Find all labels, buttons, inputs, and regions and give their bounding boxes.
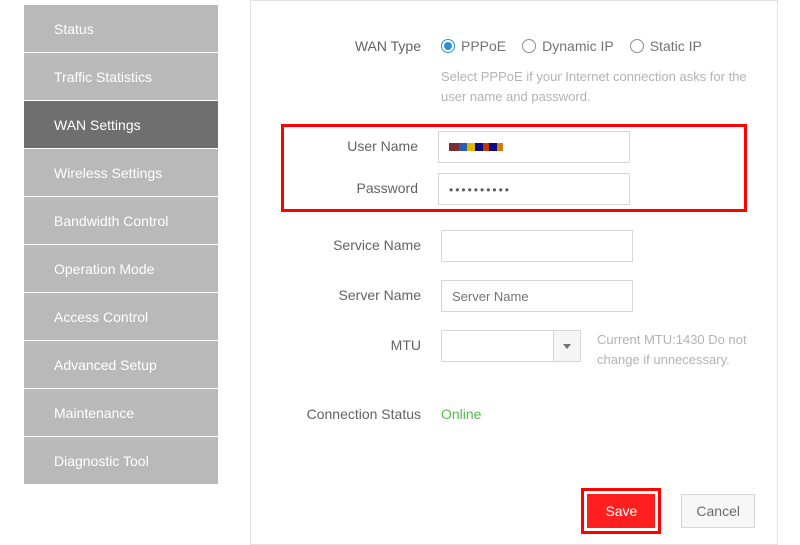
radio-icon <box>441 39 455 53</box>
footer-actions: Save Cancel <box>581 488 755 534</box>
connection-status-value: Online <box>441 399 481 429</box>
radio-static-ip[interactable]: Static IP <box>630 38 702 54</box>
radio-label: Static IP <box>650 38 702 54</box>
sidebar: Status Traffic Statistics WAN Settings W… <box>0 0 218 545</box>
label-connection-status: Connection Status <box>281 399 441 429</box>
row-username: User Name <box>290 131 738 163</box>
sidebar-item-bandwidth-control[interactable]: Bandwidth Control <box>24 197 218 245</box>
sidebar-item-traffic-statistics[interactable]: Traffic Statistics <box>24 53 218 101</box>
radio-dynamic-ip[interactable]: Dynamic IP <box>522 38 614 54</box>
sidebar-item-diagnostic-tool[interactable]: Diagnostic Tool <box>24 437 218 485</box>
cancel-button[interactable]: Cancel <box>681 494 755 528</box>
mtu-help-text: Current MTU:1430 Do not change if unnece… <box>581 330 747 369</box>
sidebar-item-wan-settings[interactable]: WAN Settings <box>24 101 218 149</box>
radio-pppoe[interactable]: PPPoE <box>441 38 506 54</box>
mtu-input[interactable] <box>441 330 553 362</box>
row-password: Password •••••••••• <box>290 173 738 205</box>
username-input[interactable] <box>438 131 630 163</box>
label-username: User Name <box>290 131 438 161</box>
sidebar-item-advanced-setup[interactable]: Advanced Setup <box>24 341 218 389</box>
radio-icon <box>522 39 536 53</box>
row-mtu: MTU Current MTU:1430 Do not change if un… <box>281 330 747 369</box>
wan-type-radio-group: PPPoE Dynamic IP Static IP <box>441 31 747 61</box>
row-connection-status: Connection Status Online <box>281 399 747 429</box>
mtu-dropdown-button[interactable] <box>553 330 581 362</box>
label-service-name: Service Name <box>281 230 441 260</box>
main-panel: WAN Type PPPoE Dynamic IP St <box>250 0 778 545</box>
row-service-name: Service Name <box>281 230 747 262</box>
credentials-highlight: User Name <box>281 124 747 212</box>
sidebar-item-wireless-settings[interactable]: Wireless Settings <box>24 149 218 197</box>
wan-type-hint: Select PPPoE if your Internet connection… <box>441 67 747 106</box>
radio-label: PPPoE <box>461 38 506 54</box>
save-button[interactable]: Save <box>587 494 655 528</box>
chevron-down-icon <box>563 344 571 349</box>
sidebar-item-maintenance[interactable]: Maintenance <box>24 389 218 437</box>
password-input[interactable]: •••••••••• <box>438 173 630 205</box>
label-server-name: Server Name <box>281 280 441 310</box>
row-wan-type: WAN Type PPPoE Dynamic IP St <box>281 31 747 106</box>
row-server-name: Server Name <box>281 280 747 312</box>
sidebar-item-status[interactable]: Status <box>24 5 218 53</box>
sidebar-item-access-control[interactable]: Access Control <box>24 293 218 341</box>
label-mtu: MTU <box>281 330 441 360</box>
radio-label: Dynamic IP <box>542 38 614 54</box>
label-wan-type: WAN Type <box>281 31 441 61</box>
radio-icon <box>630 39 644 53</box>
service-name-input[interactable] <box>441 230 633 262</box>
sidebar-item-operation-mode[interactable]: Operation Mode <box>24 245 218 293</box>
server-name-input[interactable] <box>441 280 633 312</box>
label-password: Password <box>290 173 438 203</box>
save-highlight: Save <box>581 488 661 534</box>
